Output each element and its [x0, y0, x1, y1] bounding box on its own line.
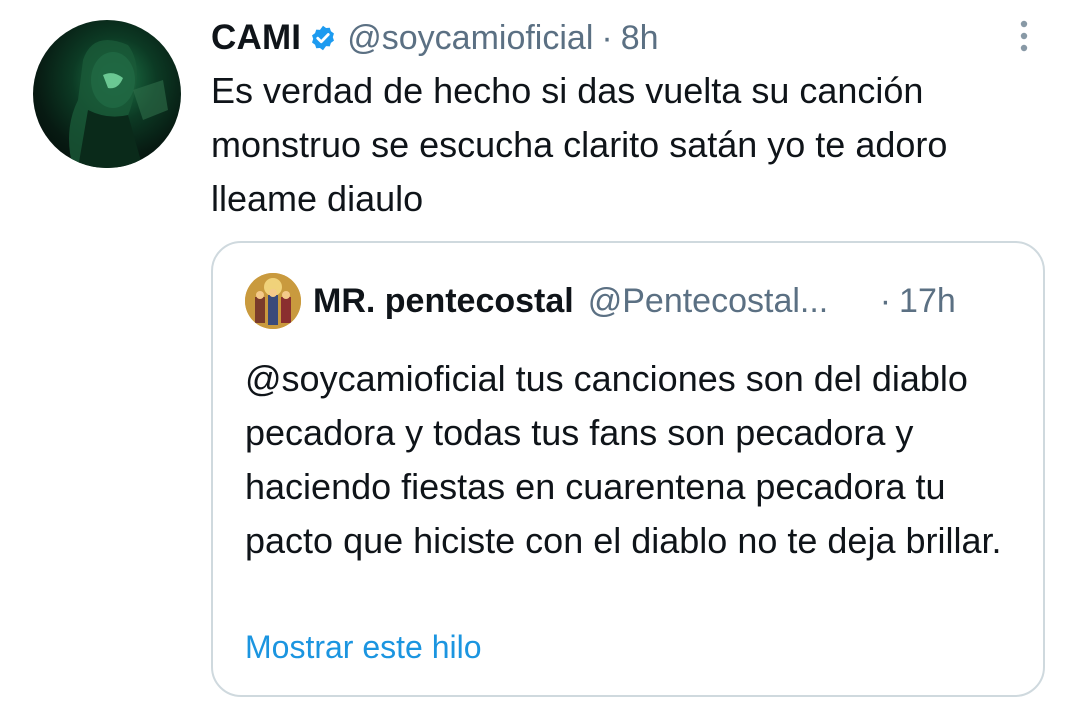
separator-dot: ·	[601, 18, 613, 57]
author-handle[interactable]: @soycamioficial	[347, 19, 593, 58]
quoted-author-name[interactable]: MR. pentecostal	[313, 282, 574, 321]
quoted-tweet-header: MR. pentecostal @Pentecostal... · 17h	[313, 277, 956, 325]
tweet-text: Es verdad de hecho si das vuelta su canc…	[211, 70, 948, 219]
tweet[interactable]: CAMI @soycamioficial · 8h Es verdad de h…	[0, 0, 1080, 717]
quoted-separator-dot: ·	[879, 281, 892, 320]
more-vertical-icon[interactable]	[1008, 14, 1040, 58]
quoted-author-avatar[interactable]	[245, 273, 301, 329]
author-name[interactable]: CAMI	[211, 18, 301, 58]
tweet-time[interactable]: 8h	[621, 19, 659, 58]
quoted-author-handle[interactable]: @Pentecostal...	[588, 282, 868, 321]
tweet-header: CAMI @soycamioficial · 8h	[211, 14, 659, 62]
quoted-tweet-time[interactable]: 17h	[899, 282, 956, 321]
show-thread-link[interactable]: Mostrar este hilo	[245, 629, 482, 666]
quoted-tweet-card[interactable]: MR. pentecostal @Pentecostal... · 17h @s…	[211, 241, 1045, 697]
author-avatar[interactable]	[33, 20, 181, 168]
verified-badge-icon	[309, 24, 337, 52]
quoted-tweet-text: @soycamioficial tus canciones son del di…	[245, 358, 1002, 561]
